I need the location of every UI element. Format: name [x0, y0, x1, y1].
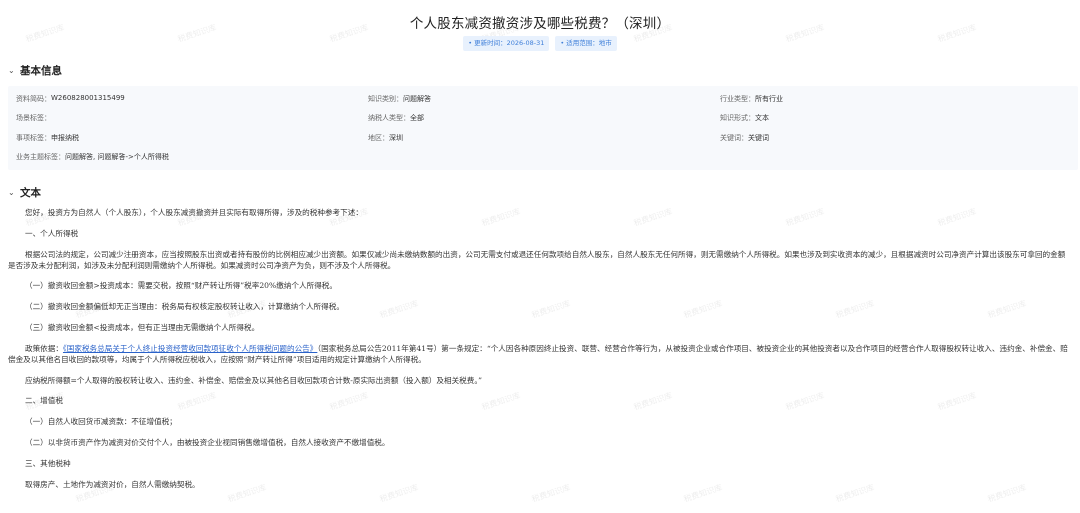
- heading-vat: 二、增值税: [25, 396, 63, 406]
- paragraph: 根据公司法的规定，公司减少注册资本，应当按照股东出资或者持有股份的比例相应减少出…: [8, 249, 1066, 270]
- heading-income-tax: 一、个人所得税: [25, 228, 79, 238]
- paragraph: 您好，投资方为自然人（个人股东），个人股东减资撤资并且实际有取得所得，涉及的税种…: [25, 208, 363, 217]
- paragraph: （一）撤资收回金额>投资成本：需要交税，按照“财产转让所得”税率20%缴纳个人所…: [25, 281, 337, 291]
- info-field-category: 知识类别： 问题解答: [368, 94, 431, 103]
- article-body: 您好，投资方为自然人（个人股东），个人股东减资撤资并且实际有取得所得，涉及的税种…: [0, 207, 1080, 490]
- basic-info-header[interactable]: ⌄ 基本信息: [0, 60, 1080, 80]
- info-field-taxpayer-type: 纳税人类型： 全部: [368, 114, 424, 123]
- page-title: 个人股东减资撤资涉及哪些税费？（深圳）: [409, 16, 671, 32]
- info-row: 场景标签： 纳税人类型： 全部 知识形式： 文本: [16, 109, 1070, 129]
- info-row: 事项标签： 申报纳税 地区： 深圳 关键词： 关键词: [16, 128, 1070, 148]
- chevron-down-icon: ⌄: [8, 65, 15, 75]
- paragraph: 取得房产、土地作为减资对价，自然人需缴纳契税。: [25, 479, 200, 489]
- scope-tag: • 适用范围：地市: [555, 35, 617, 51]
- meta-tags: • 更新时间：2026-08-31 • 适用范围：地市: [0, 32, 1080, 54]
- paragraph: 应纳税所得额=个人取得的股权转让收入、违约金、补偿金、赔偿金及以其他名目收回款项…: [25, 375, 483, 385]
- info-row: 业务主题标签： 问题解答, 问题解答->个人所得税: [16, 148, 1070, 168]
- text-section-title: 文本: [20, 186, 41, 199]
- basic-info-title: 基本信息: [20, 64, 62, 77]
- paragraph: （二）以非货币资产作为减资对价交付个人，由被投资企业视同销售缴增值税，自然人接收…: [25, 437, 390, 447]
- chevron-down-icon: ⌄: [8, 187, 15, 197]
- paragraph: （三）撤资收回金额<投资成本，但有正当理由无需缴纳个人所得税。: [25, 322, 260, 332]
- info-row: 资料简码： W260828001315499 知识类别： 问题解答 行业类型： 所有行…: [16, 89, 1070, 109]
- info-field-keyword: 关键词： 关键词: [720, 133, 769, 142]
- heading-other-taxes: 三、其他税种: [25, 458, 71, 468]
- info-field-industry: 行业类型： 所有行业: [720, 94, 783, 103]
- info-field-form: 知识形式： 文本: [720, 114, 769, 123]
- info-field-item: 事项标签： 申报纳税: [16, 133, 79, 142]
- info-field-scene: 场景标签：: [16, 114, 51, 123]
- info-field-code: 资料简码： W260828001315499: [16, 93, 125, 103]
- paragraph: （一）自然人收回货币减资款：不征增值税；: [25, 417, 177, 427]
- update-time-tag: • 更新时间：2026-08-31: [463, 35, 550, 51]
- paragraph: （二）撤资收回金额偏低却无正当理由：税务局有权核定股权转让收入，计算缴纳个人所得…: [25, 302, 344, 312]
- info-field-topic: 业务主题标签： 问题解答, 问题解答->个人所得税: [16, 153, 169, 162]
- policy-basis-paragraph: 政策依据：《国家税务总局关于个人终止投资经营收回款项征收个人所得税问题的公告》（…: [8, 343, 1068, 364]
- text-section-header[interactable]: ⌄ 文本: [0, 182, 1080, 202]
- policy-link[interactable]: 《国家税务总局关于个人终止投资经营收回款项征收个人所得税问题的公告》: [63, 344, 317, 353]
- info-field-region: 地区： 深圳: [368, 133, 403, 142]
- basic-info-panel: 资料简码： W260828001315499 知识类别： 问题解答 行业类型： 所有行…: [8, 86, 1078, 170]
